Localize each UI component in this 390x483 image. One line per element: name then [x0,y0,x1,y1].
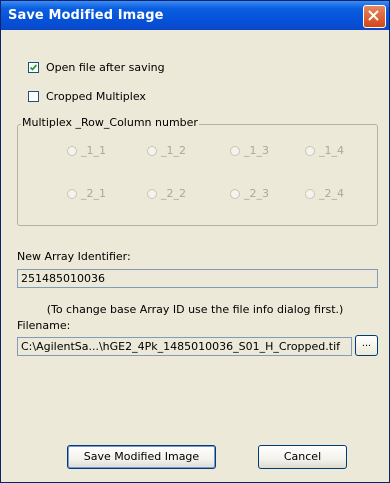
checkbox-box[interactable] [28,90,39,102]
radio-label: _2_1 [81,187,106,200]
save-modified-image-button[interactable]: Save Modified Image [67,445,216,469]
checkbox-box[interactable] [28,61,39,73]
radio-circle[interactable] [147,188,157,199]
radio-circle[interactable] [230,145,240,156]
multiplex-group [17,124,378,226]
radio-1-4[interactable]: _1_4 [305,144,344,157]
radio-circle[interactable] [67,188,77,199]
radio-label: _2_4 [319,187,344,200]
radio-circle[interactable] [230,188,240,199]
radio-label: _1_1 [81,144,106,157]
radio-label: _1_2 [161,144,186,157]
browse-button[interactable]: ... [355,335,378,356]
filename-label: Filename: [17,319,71,332]
save-modified-image-dialog: Save Modified Image Open file after savi… [0,0,390,483]
cancel-button[interactable]: Cancel [258,445,347,469]
open-after-saving-label: Open file after saving [46,60,165,74]
radio-2-1[interactable]: _2_1 [67,187,106,200]
radio-circle[interactable] [305,188,315,199]
cropped-multiplex-label: Cropped Multiplex [46,89,146,103]
radio-circle[interactable] [305,145,315,156]
radio-2-3[interactable]: _2_3 [230,187,269,200]
radio-label: _2_3 [244,187,269,200]
dialog-title: Save Modified Image [8,8,164,23]
radio-circle[interactable] [147,145,157,156]
checkmark-icon [29,63,38,71]
multiplex-group-caption: Multiplex _Row_Column number [21,116,199,129]
radio-label: _1_4 [319,144,344,157]
radio-circle[interactable] [67,145,77,156]
cropped-multiplex-checkbox[interactable]: Cropped Multiplex [28,89,146,103]
array-identifier-note: (To change base Array ID use the file in… [46,303,344,316]
radio-1-3[interactable]: _1_3 [230,144,269,157]
radio-1-1[interactable]: _1_1 [67,144,106,157]
radio-2-4[interactable]: _2_4 [305,187,344,200]
radio-2-2[interactable]: _2_2 [147,187,186,200]
radio-label: _2_2 [161,187,186,200]
array-identifier-field[interactable]: 251485010036 [17,269,378,288]
array-identifier-label: New Array Identifier: [17,250,131,263]
filename-field[interactable]: C:\AgilentSa...\hGE2_4Pk_1485010036_S01_… [17,337,352,356]
radio-label: _1_3 [244,144,269,157]
close-icon [368,10,379,21]
open-after-saving-checkbox[interactable]: Open file after saving [28,60,165,74]
title-bar[interactable]: Save Modified Image [1,1,389,30]
close-button[interactable] [363,5,386,28]
radio-1-2[interactable]: _1_2 [147,144,186,157]
